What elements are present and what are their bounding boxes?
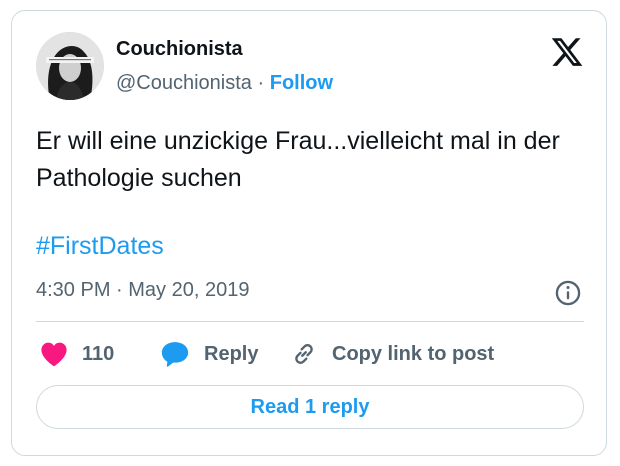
copy-link-label: Copy link to post — [332, 342, 495, 365]
like-button[interactable]: 110 — [40, 339, 114, 369]
copy-link-button[interactable]: Copy link to post — [290, 339, 494, 369]
hashtag-link[interactable]: #FirstDates — [36, 232, 164, 261]
info-icon[interactable] — [554, 279, 582, 307]
avatar[interactable] — [36, 32, 104, 100]
link-icon — [295, 344, 313, 364]
tweet-text: Er will eine unzickige Frau...vielleicht… — [36, 127, 560, 192]
author-display-name[interactable]: Couchionista — [116, 38, 243, 61]
speech-bubble-icon — [161, 342, 189, 367]
divider — [36, 321, 584, 322]
reply-label: Reply — [204, 342, 259, 365]
heart-icon — [41, 342, 67, 367]
handle-separator: · — [257, 72, 265, 94]
x-logo-icon[interactable] — [550, 35, 584, 69]
avatar-image — [36, 32, 104, 100]
like-count: 110 — [82, 342, 115, 365]
tweet-card: Couchionista @Couchionista · Follow Er w… — [11, 10, 607, 456]
reply-button[interactable]: Reply — [160, 339, 258, 369]
follow-button[interactable]: Follow — [270, 72, 333, 94]
author-handle[interactable]: @Couchionista — [116, 72, 252, 94]
read-replies-label: Read 1 reply — [250, 395, 370, 418]
author-handle-row: @Couchionista · Follow — [116, 72, 333, 95]
read-replies-button[interactable]: Read 1 reply — [36, 385, 584, 429]
tweet-timestamp[interactable]: 4:30 PM · May 20, 2019 — [36, 279, 249, 302]
